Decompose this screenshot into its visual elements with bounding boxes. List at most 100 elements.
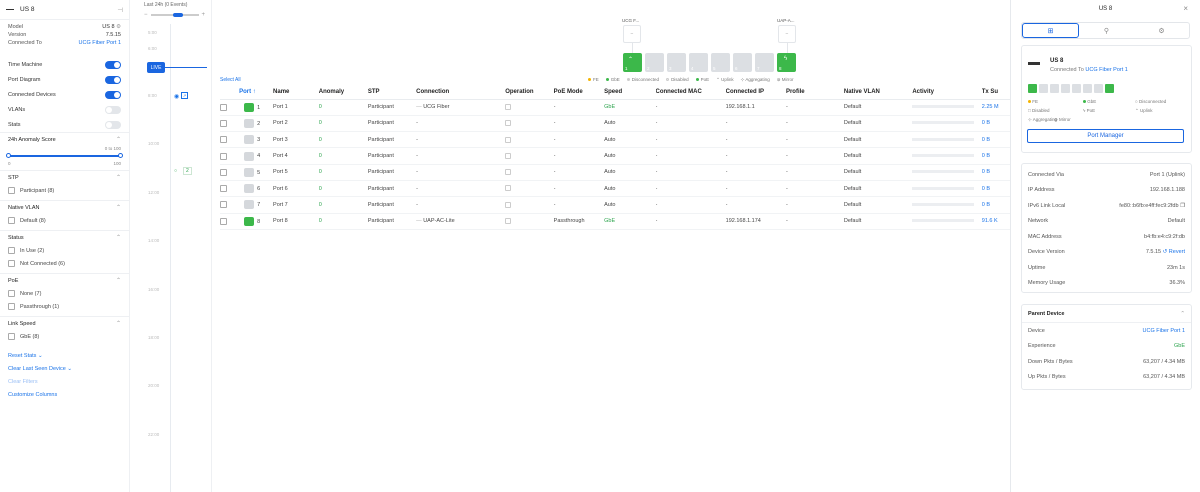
filter-option[interactable]: Passthrough (1) [0,300,129,313]
row-checkbox[interactable] [220,119,227,127]
port-diagram-port-3[interactable]: 3 [667,53,686,72]
col-profile[interactable]: Profile [785,86,844,100]
col-stp[interactable]: STP [367,86,417,100]
port-diagram-port-7[interactable]: 7 [755,53,774,72]
col-poe-mode[interactable]: PoE Mode [553,86,605,100]
filter-option[interactable]: Not Connected (6) [0,257,129,270]
port-diagram-port-4[interactable]: 4 [689,53,708,72]
operation-icon[interactable] [505,152,512,159]
row-checkbox[interactable] [220,168,227,176]
upstream-device-icon[interactable]: − [623,25,641,43]
event-count-badge[interactable]: 2 [183,167,192,175]
select-all-link[interactable]: Select All [220,77,241,83]
event-marker-icon[interactable]: ↗ [181,92,188,99]
tab-overview[interactable]: ⊞ [1022,23,1079,38]
filter-option[interactable]: None (7) [0,287,129,300]
col-anomaly[interactable]: Anomaly [318,86,368,100]
toggle-vlans[interactable]: VLANs [0,102,129,117]
filter-option[interactable]: GbE (8) [0,330,129,343]
col-connection[interactable]: Connection [416,86,506,100]
col-activity[interactable]: Activity [912,86,982,100]
col-speed[interactable]: Speed [604,86,656,100]
mini-port-2[interactable] [1039,84,1048,93]
mini-port-7[interactable] [1094,84,1103,93]
clear-filters-link[interactable]: Clear Filters [0,375,129,388]
checkbox[interactable] [8,247,15,254]
table-row[interactable]: 8 Port 8 0 Participant — UAP-AC-Lite Passthro… [220,213,1010,230]
row-checkbox[interactable] [220,152,227,160]
zoom-out-icon[interactable]: − [144,12,148,18]
tab-settings[interactable]: ⚙ [1134,23,1189,38]
mini-port-5[interactable] [1072,84,1081,93]
slider-handle-max[interactable] [118,153,123,158]
reset-stats-link[interactable]: Reset Stats ⌄ [0,349,129,362]
collapse-icon[interactable]: ⊣ [117,6,123,14]
mini-port-8[interactable] [1105,84,1114,93]
switch[interactable] [105,75,121,84]
filter-option[interactable]: Default (8) [0,214,129,227]
section-stp[interactable]: STP ⌃ [0,170,129,184]
parent-device-header[interactable]: Parent Device ⌃ [1022,305,1191,323]
upstream-device-icon[interactable]: − [778,25,796,43]
row-checkbox[interactable] [220,185,227,193]
col-connected-mac[interactable]: Connected MAC [655,86,726,100]
operation-icon[interactable] [505,136,512,143]
connected-to-link[interactable]: UCG Fiber Port 1 [1085,67,1127,73]
checkbox[interactable] [8,260,15,267]
copy-icon[interactable]: ❐ [1180,203,1185,209]
table-row[interactable]: 1 Port 1 0 Participant — UCG Fiber - GbE -192.1… [220,99,1010,116]
col-native-vlan[interactable]: Native VLAN [843,86,913,100]
mini-port-1[interactable] [1028,84,1037,93]
table-row[interactable]: 4 Port 4 0 Participant - - Auto - - - Default 0 B [220,147,1010,165]
port-diagram-port-6[interactable]: 6 [733,53,752,72]
row-checkbox[interactable] [220,103,227,111]
event-marker-icon[interactable]: ◉ [174,93,179,100]
table-row[interactable]: 7 Port 7 0 Participant - - Auto - - - Default 0 B [220,196,1010,214]
col-name[interactable]: Name [273,86,319,100]
zoom-slider[interactable] [150,13,199,17]
operation-icon[interactable] [505,169,512,176]
section-link-speed[interactable]: Link Speed ⌃ [0,316,129,330]
switch[interactable] [105,60,121,69]
switch[interactable] [105,120,121,129]
col-operation[interactable]: Operation [505,86,554,100]
checkbox[interactable] [8,217,15,224]
table-row[interactable]: 2 Port 2 0 Participant - - Auto - - - Default 0 B [220,115,1010,133]
live-button[interactable]: LIVE [147,62,165,73]
port-manager-button[interactable]: Port Manager [1027,129,1184,143]
col-port[interactable]: Port ↑ [239,86,274,100]
row-checkbox[interactable] [220,136,227,144]
operation-icon[interactable] [505,120,512,127]
operation-icon[interactable] [505,103,512,110]
event-marker-icon[interactable]: ○ [174,168,177,174]
toggle-port-diagram[interactable]: Port Diagram [0,72,129,87]
toggle-connected-devices[interactable]: Connected Devices [0,87,129,102]
operation-icon[interactable] [505,218,512,224]
filter-option[interactable]: In Use (2) [0,244,129,257]
clear-last-seen-link[interactable]: Clear Last Seen Device ⌄ [0,362,129,375]
port-diagram-port-1[interactable]: 1 ⌃ [623,53,642,72]
toggle-stats[interactable]: Stats [0,117,129,132]
checkbox[interactable] [8,290,15,297]
checkbox[interactable] [8,333,15,340]
section-anomaly[interactable]: 24h Anomaly Score ⌃ [0,132,129,146]
close-icon[interactable]: × [1183,4,1188,13]
table-row[interactable]: 6 Port 6 0 Participant - - Auto - - - Default 0 B [220,180,1010,198]
checkbox[interactable] [8,187,15,194]
mini-port-6[interactable] [1083,84,1092,93]
slider-handle-min[interactable] [6,153,11,158]
toggle-time-machine[interactable]: Time Machine [0,57,129,72]
table-row[interactable]: 3 Port 3 0 Participant - - Auto - - - Default 0 B [220,131,1010,149]
filter-option[interactable]: Participant (8) [0,184,129,197]
mini-port-3[interactable] [1050,84,1059,93]
zoom-in-icon[interactable]: + [202,12,206,18]
section-poe[interactable]: PoE ⌃ [0,273,129,287]
switch[interactable] [105,90,121,99]
table-row[interactable]: 5 Port 5 0 Participant - - Auto - - - Default 0 B [220,164,1010,181]
section-native-vlan[interactable]: Native VLAN ⌃ [0,200,129,214]
zoom-control[interactable]: − + [130,10,211,20]
revert-link[interactable]: ↺ Revert [1163,249,1185,255]
customize-columns-link[interactable]: Customize Columns [0,388,129,401]
port-diagram-port-5[interactable]: 5 [711,53,730,72]
port-diagram-port-8[interactable]: 8ϟ [777,53,796,72]
